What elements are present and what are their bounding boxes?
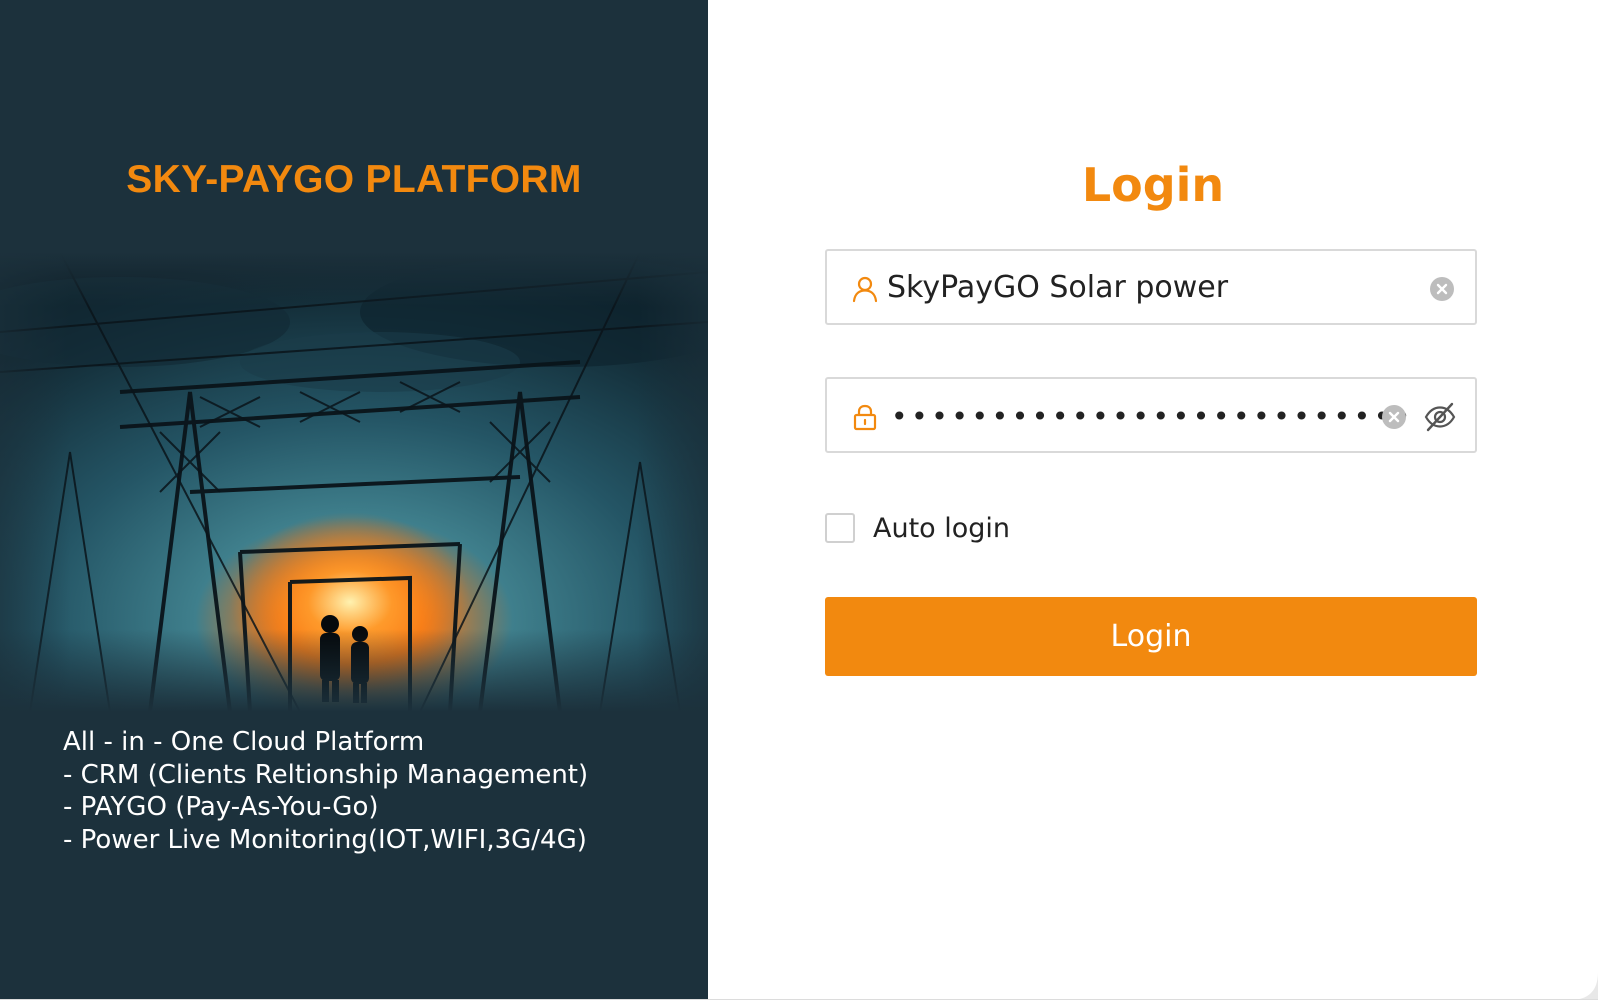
feature-list: All - in - One Cloud Platform - CRM (Cli… (63, 726, 588, 856)
password-field[interactable]: •••••••••••••••••••••••••• (825, 377, 1477, 453)
clear-circle-icon[interactable] (1429, 276, 1455, 302)
user-icon (852, 276, 878, 303)
auto-login-label[interactable]: Auto login (873, 513, 1010, 544)
login-window: SKY-PAYGO PLATFORM All - in - One Cloud … (0, 0, 1598, 1000)
hero-image (0, 252, 708, 712)
eye-slash-icon[interactable] (1423, 401, 1457, 433)
feature-line: All - in - One Cloud Platform (63, 727, 425, 757)
password-input[interactable]: •••••••••••••••••••••••••• (891, 399, 1414, 435)
clear-circle-icon[interactable] (1381, 404, 1407, 430)
platform-title: SKY-PAYGO PLATFORM (126, 158, 582, 201)
lock-icon (853, 404, 877, 431)
feature-line: - Power Live Monitoring(IOT,WIFI,3G/4G) (63, 824, 587, 855)
login-title: Login (1081, 158, 1225, 212)
auto-login-checkbox[interactable] (825, 513, 855, 543)
login-panel: Login •••••••••••••••••••••••••• (708, 0, 1598, 1000)
login-button[interactable]: Login (825, 597, 1477, 676)
username-field[interactable] (825, 249, 1477, 325)
brand-panel: SKY-PAYGO PLATFORM All - in - One Cloud … (0, 0, 708, 1000)
auto-login-option[interactable]: Auto login (825, 511, 1010, 545)
username-input[interactable] (887, 263, 1387, 311)
feature-line: - PAYGO (Pay-As-You-Go) (63, 792, 379, 822)
feature-line: - CRM (Clients Reltionship Management) (63, 759, 589, 790)
